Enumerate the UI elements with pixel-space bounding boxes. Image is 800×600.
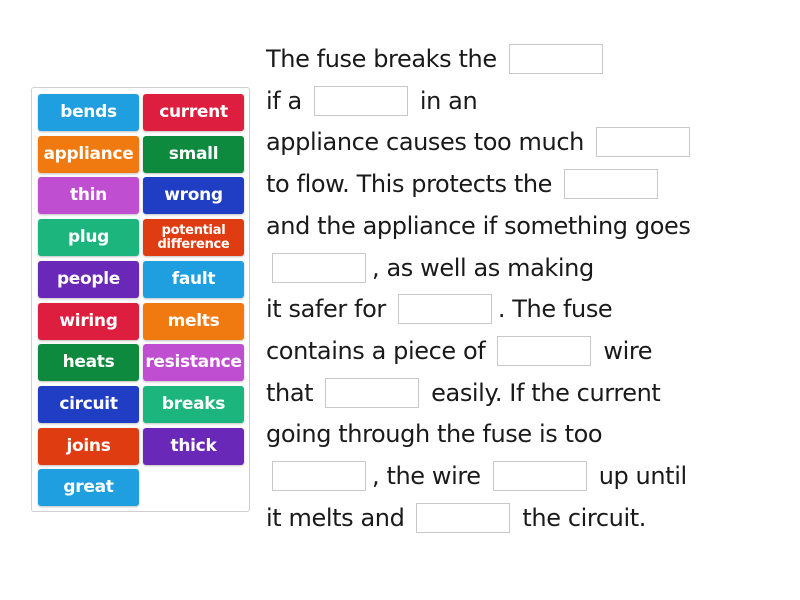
- passage-line: , the wire up until: [266, 455, 687, 497]
- passage-line: and the appliance if something goes: [266, 205, 691, 247]
- word-tile-melts[interactable]: melts: [143, 302, 244, 340]
- word-tile-joins[interactable]: joins: [38, 427, 139, 465]
- passage-text: going through the fuse is too: [266, 420, 603, 449]
- passage-text: , as well as making: [372, 253, 594, 282]
- passage-line: going through the fuse is too: [266, 413, 603, 455]
- passage-line: to flow. This protects the: [266, 163, 664, 205]
- passage-line: it safer for . The fuse: [266, 288, 613, 330]
- passage-line: it melts and the circuit.: [266, 497, 646, 539]
- drop-blank-1[interactable]: [508, 44, 603, 74]
- drop-blank-2[interactable]: [313, 85, 408, 116]
- word-tile-great[interactable]: great: [38, 469, 139, 507]
- passage-text: if a: [266, 86, 302, 115]
- word-tile-plug[interactable]: plug: [38, 219, 139, 257]
- word-tile-circuit[interactable]: circuit: [38, 385, 139, 423]
- word-tile-small[interactable]: small: [143, 135, 244, 173]
- word-tile-current[interactable]: current: [143, 94, 244, 131]
- word-tile-appliance[interactable]: appliance: [38, 135, 139, 173]
- word-tile-wiring[interactable]: wiring: [38, 302, 139, 340]
- drop-blank-7[interactable]: [497, 335, 592, 366]
- drop-blank-10[interactable]: [492, 461, 587, 491]
- passage-text: to flow. This protects the: [266, 170, 553, 199]
- passage-text: the circuit.: [522, 503, 646, 532]
- passage-line: The fuse breaks the: [266, 38, 609, 80]
- word-tile-potential-difference[interactable]: potential difference: [143, 219, 244, 257]
- drop-blank-3[interactable]: [595, 127, 690, 158]
- passage-text: contains a piece of: [266, 336, 486, 365]
- word-tile-wrong[interactable]: wrong: [143, 177, 244, 215]
- word-tile-thin[interactable]: thin: [38, 177, 139, 215]
- passage-text: in an: [419, 86, 478, 115]
- passage-text: it safer for: [266, 295, 386, 324]
- passage-line: appliance causes too much: [266, 121, 696, 163]
- passage-text: up until: [598, 462, 687, 490]
- drop-blank-6[interactable]: [397, 294, 492, 325]
- passage-text: . The fuse: [497, 295, 613, 324]
- passage-text: and the appliance if something goes: [266, 211, 691, 240]
- passage-text: easily. If the current: [431, 378, 661, 407]
- drop-blank-11[interactable]: [416, 502, 511, 533]
- drop-blank-9[interactable]: [272, 461, 366, 491]
- passage-line: contains a piece of wire: [266, 330, 653, 372]
- passage-text: it melts and: [266, 503, 405, 532]
- drop-blank-5[interactable]: [272, 252, 366, 283]
- drop-blank-4[interactable]: [564, 169, 659, 200]
- passage-line: that easily. If the current: [266, 372, 661, 414]
- passage-text: , the wire: [372, 462, 481, 490]
- word-tile-people[interactable]: people: [38, 260, 139, 298]
- word-tile-resistance[interactable]: resistance: [143, 344, 244, 382]
- word-tile-heats[interactable]: heats: [38, 344, 139, 382]
- drop-blank-8[interactable]: [325, 377, 420, 408]
- passage-text: wire: [603, 336, 653, 365]
- passage-line: , as well as making: [266, 247, 594, 289]
- word-tile-bends[interactable]: bends: [38, 94, 139, 131]
- passage-text: that: [266, 378, 314, 407]
- passage-line: if a in an: [266, 80, 478, 122]
- passage-text: appliance causes too much: [266, 128, 584, 157]
- word-tile-fault[interactable]: fault: [143, 260, 244, 298]
- passage-text: The fuse breaks the: [266, 45, 497, 73]
- word-tile-thick[interactable]: thick: [143, 427, 244, 465]
- word-tile-breaks[interactable]: breaks: [143, 385, 244, 423]
